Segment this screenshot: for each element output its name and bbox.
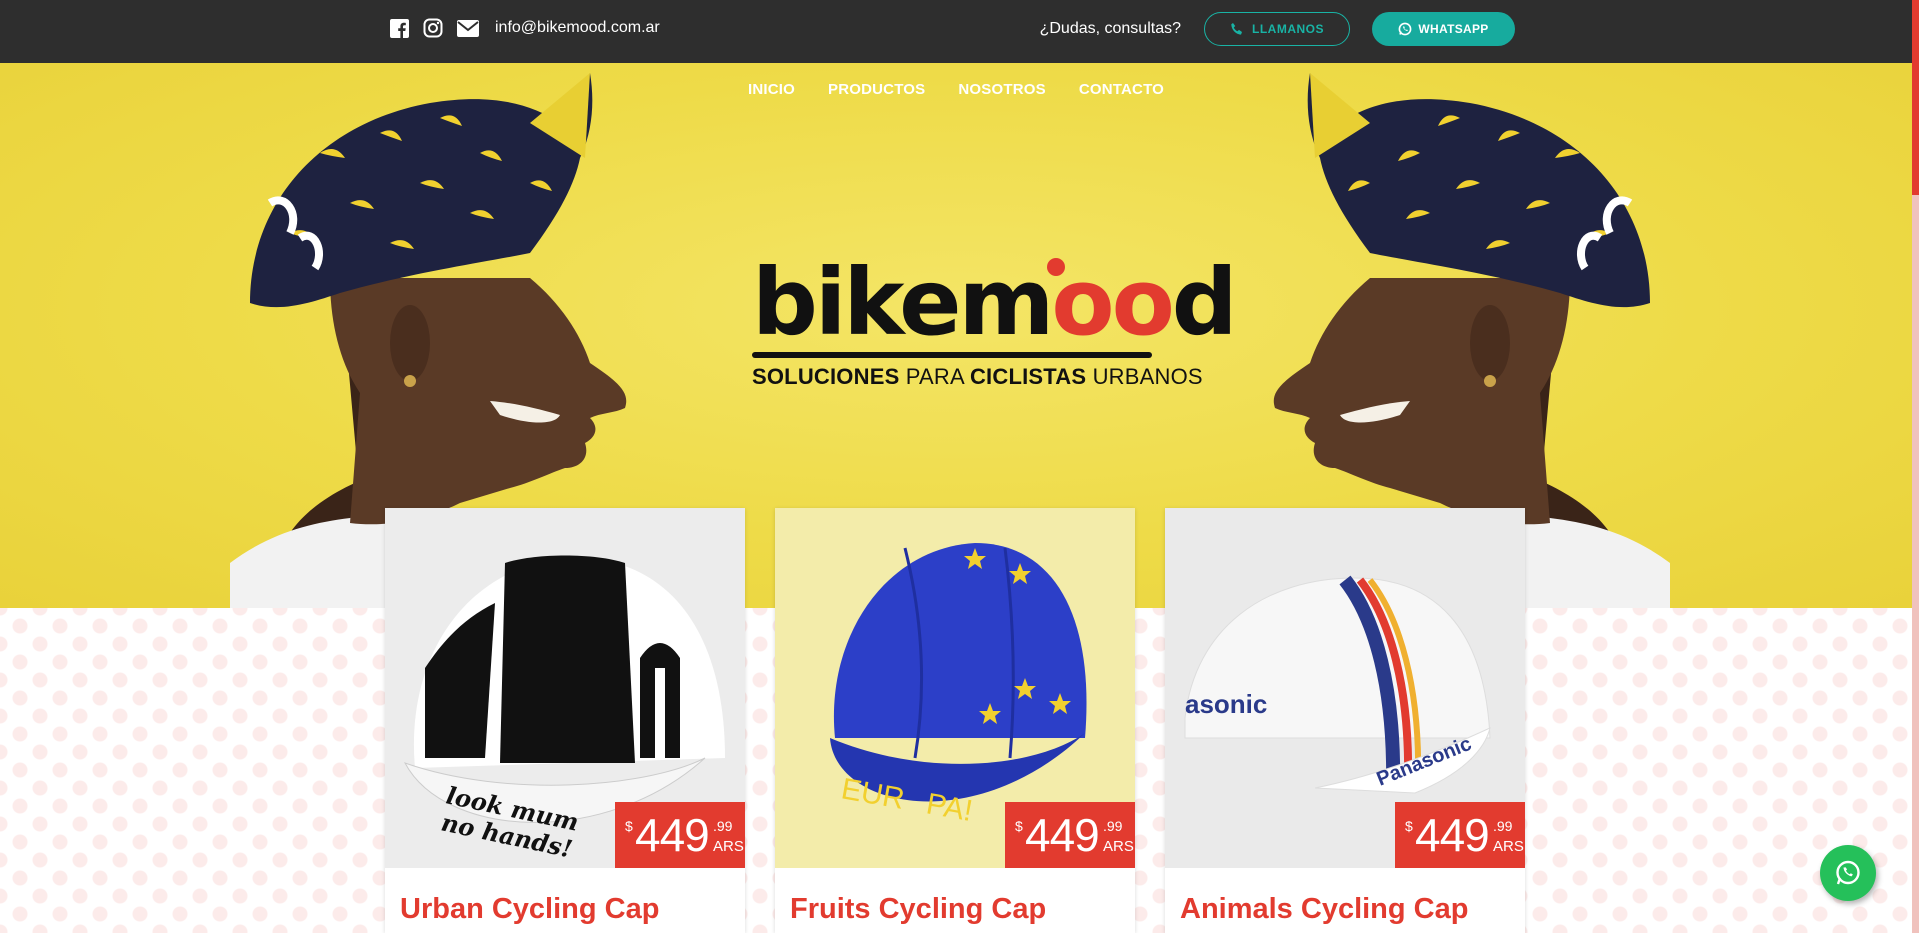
tagline-para: PARA [905,364,964,389]
product-title[interactable]: Animals Cycling Cap [1180,893,1468,926]
tagline-ciclistas: CICLISTAS [969,364,1087,389]
price-decimal: .99 [713,818,733,834]
product-title[interactable]: Fruits Cycling Cap [790,893,1046,926]
envelope-icon [457,19,479,37]
email-link[interactable]: info@bikemood.com.ar [495,19,660,37]
whatsapp-button-label: WHATSAPP [1418,22,1489,36]
currency-symbol: $ [625,818,633,834]
call-button-label: LLAMANOS [1252,22,1324,36]
contact-actions: ¿Dudas, consultas? LLAMANOS WHATSAPP [1040,12,1515,46]
whatsapp-icon [1399,22,1412,36]
price-integer: 449 [1025,809,1100,861]
logo-word-a: bikem [752,249,1054,356]
price-integer: 449 [1415,809,1490,861]
bikemood-logo[interactable]: bikemood SOLUCIONES PARA CICLISTAS URBAN… [752,257,1238,390]
logo-dot [1047,258,1065,276]
product-image[interactable]: asonic Panasonic $ 449 .99 ARS [1165,508,1525,868]
currency-symbol: $ [1015,818,1023,834]
currency-code: ARS [1103,838,1134,855]
price-tag: $ 449 .99 ARS [615,802,745,868]
logo-word-b: oo [1051,249,1174,356]
product-title[interactable]: Urban Cycling Cap [400,893,659,926]
product-card[interactable]: EUR PA! $ 449 .99 ARS Fruits Cycling Cap [775,508,1135,933]
logo-tagline: SOLUCIONES PARA CICLISTAS URBANOS [752,364,1203,390]
facebook-icon[interactable] [390,18,409,38]
top-bar: info@bikemood.com.ar ¿Dudas, consultas? … [0,0,1919,63]
social-links: info@bikemood.com.ar [390,18,660,38]
nav-item-productos[interactable]: PRODUCTOS [828,81,925,98]
currency-symbol: $ [1405,818,1413,834]
currency-code: ARS [713,838,744,855]
whatsapp-float-button[interactable] [1820,845,1876,901]
instagram-icon[interactable] [423,18,443,38]
main-nav: INICIO PRODUCTOS NOSOTROS CONTACTO [0,81,1912,98]
logo-wordmark: bikemood [752,257,1238,349]
price-decimal: .99 [1103,818,1123,834]
call-button[interactable]: LLAMANOS [1204,12,1350,46]
nav-item-nosotros[interactable]: NOSOTROS [958,81,1045,98]
tagline-urbanos: URBANOS [1092,364,1203,389]
scrollbar-thumb[interactable] [1912,0,1919,195]
price-integer: 449 [635,809,710,861]
product-card[interactable]: look mum no hands! $ 449 .99 ARS Urban C… [385,508,745,933]
nav-item-inicio[interactable]: INICIO [748,81,795,98]
price-tag: $ 449 .99 ARS [1395,802,1525,868]
price-tag: $ 449 .99 ARS [1005,802,1135,868]
phone-icon [1231,23,1242,35]
whatsapp-button[interactable]: WHATSAPP [1372,12,1515,46]
logo-word-c: d [1171,249,1238,356]
nav-item-contacto[interactable]: CONTACTO [1079,81,1164,98]
product-image[interactable]: EUR PA! $ 449 .99 ARS [775,508,1135,868]
questions-text: ¿Dudas, consultas? [1039,20,1181,37]
whatsapp-icon [1836,860,1860,885]
price-decimal: .99 [1493,818,1513,834]
animals-cap-print-1: asonic [1185,689,1267,719]
currency-code: ARS [1493,838,1524,855]
fruits-cap-print-2: PA! [924,787,975,828]
tagline-soluciones: SOLUCIONES [752,364,900,389]
product-card[interactable]: asonic Panasonic $ 449 .99 ARS Animals C… [1165,508,1525,933]
product-image[interactable]: look mum no hands! $ 449 .99 ARS [385,508,745,868]
